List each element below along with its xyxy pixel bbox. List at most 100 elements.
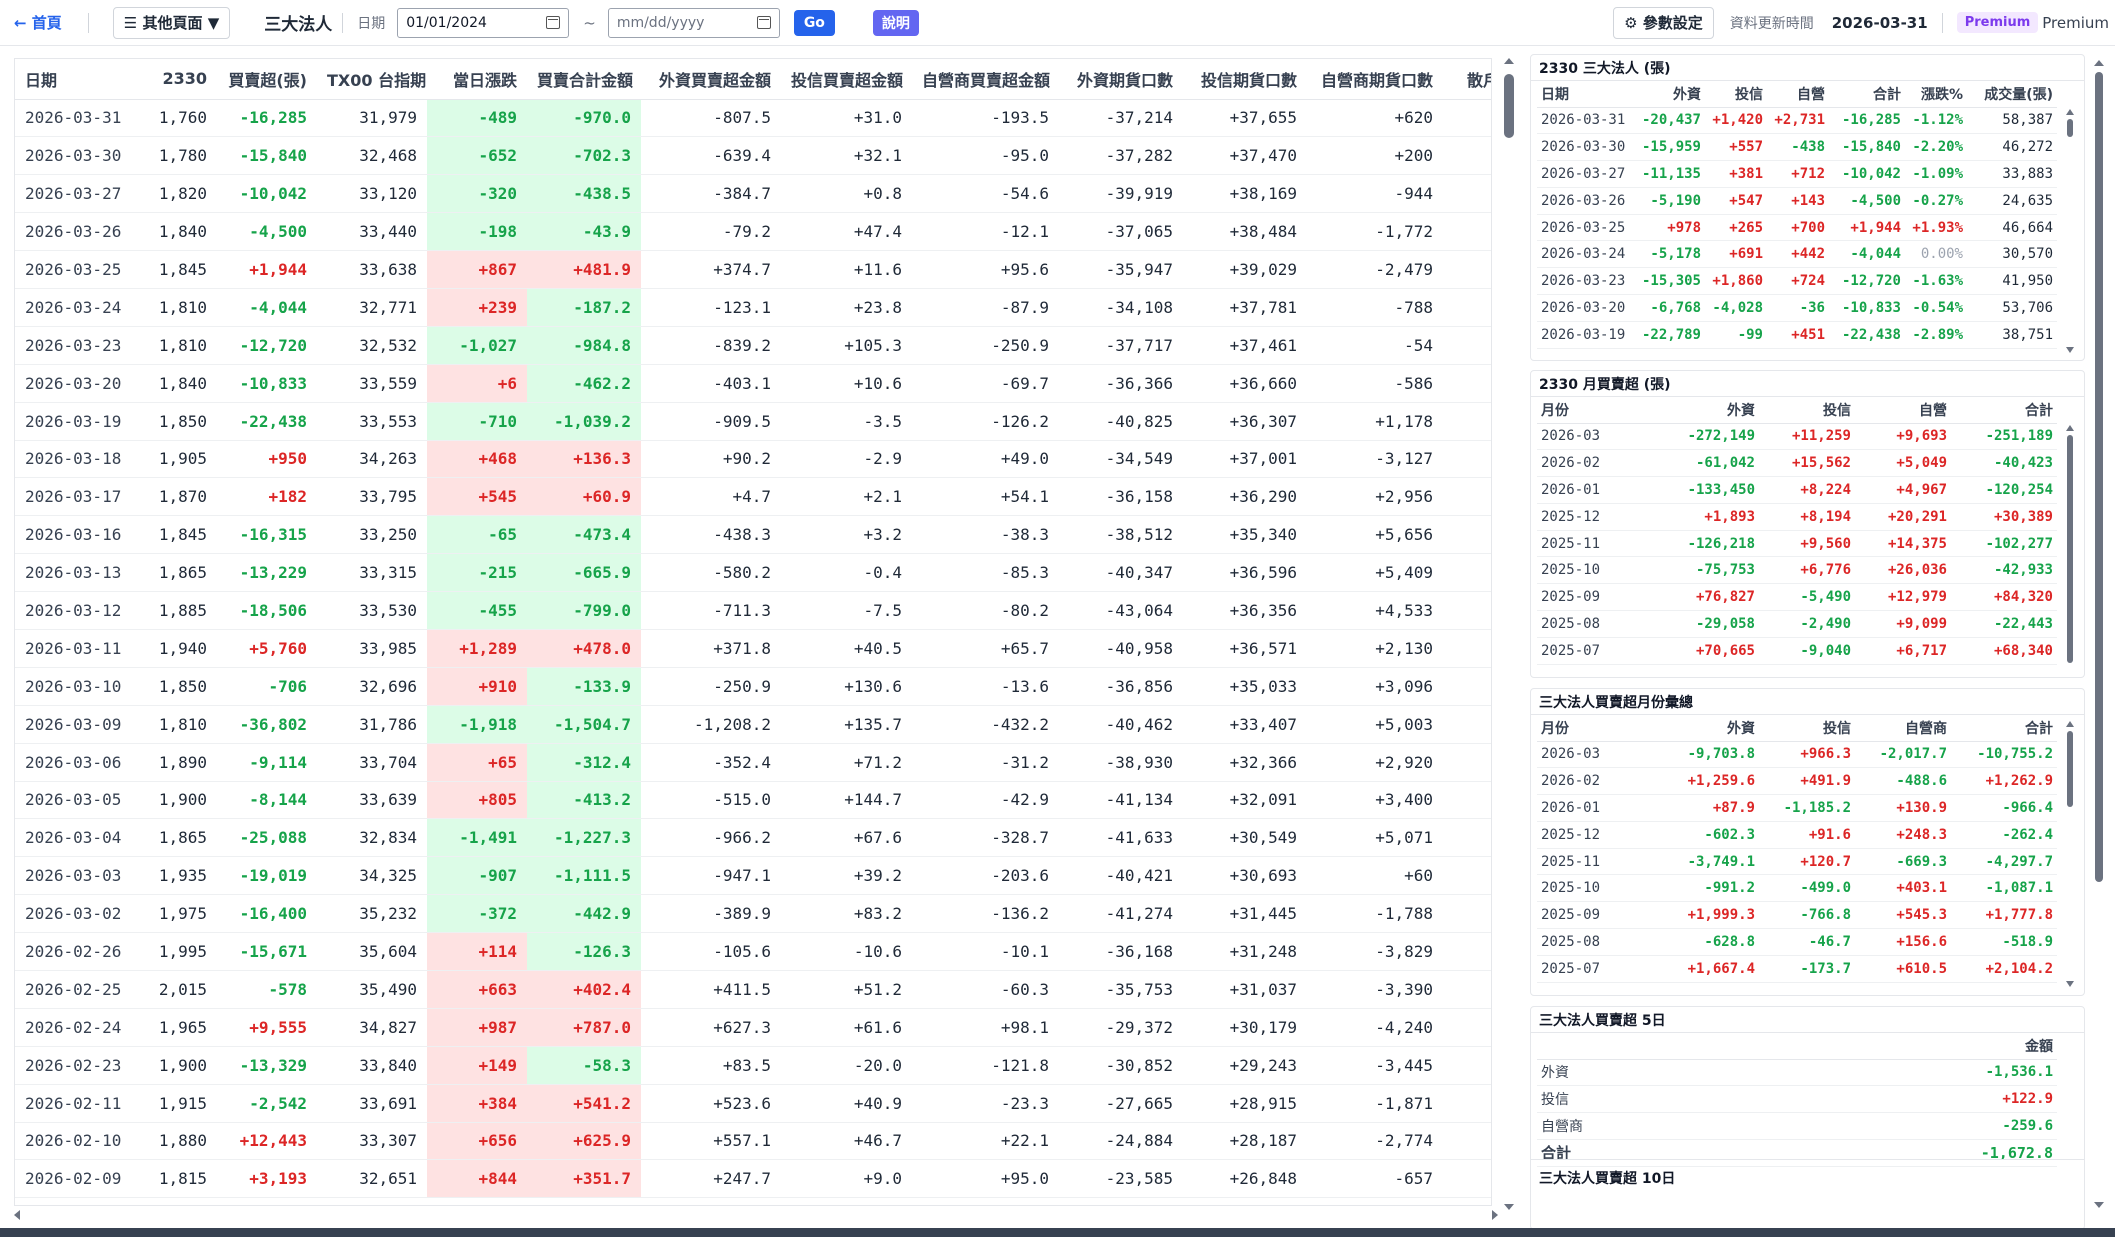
other-pages-dropdown[interactable]: ☰ 其他頁面 ▼ — [112, 6, 231, 39]
vertical-scrollbar[interactable] — [1500, 58, 1518, 1220]
scrollbar-thumb[interactable] — [2095, 72, 2103, 882]
table-row[interactable]: 2026-03-20 1,840 -10,833 33,559 +6 -462.2 -403… — [15, 364, 1491, 403]
table-cell: 1,880 — [145, 1122, 217, 1161]
table-row[interactable]: 2026-03-23 -15,305 +1,860 +724 -12,720 -1.63%… — [1537, 267, 2057, 296]
scroll-up-arrow-icon[interactable] — [1504, 58, 1514, 64]
table-row[interactable]: 2025-07 +70,665 -9,040 +6,717 +68,340 — [1537, 637, 2057, 665]
scroll-up-arrow-icon[interactable] — [2066, 425, 2074, 431]
settings-button[interactable]: ⚙ 參數設定 — [1613, 6, 1714, 39]
table-row[interactable]: 2026-03-12 1,885 -18,506 33,530 -455 -799.0 -7… — [15, 591, 1491, 630]
card-scrollbar[interactable] — [2064, 719, 2076, 991]
scroll-right-arrow-icon[interactable] — [1492, 1210, 1498, 1220]
scrollbar-thumb[interactable] — [2067, 731, 2073, 807]
table-row[interactable]: 2025-10 -75,753 +6,776 +26,036 -42,933 — [1537, 556, 2057, 585]
table-row[interactable]: 2026-02 -61,042 +15,562 +5,049 -40,423 — [1537, 449, 2057, 478]
table-row[interactable]: 2026-03-27 1,820 -10,042 33,120 -320 -438.5 -3… — [15, 174, 1491, 214]
table-row[interactable]: 2026-02 +1,259.6 +491.9 -488.6 +1,262.9 — [1537, 767, 2057, 796]
scrollbar-thumb[interactable] — [2067, 435, 2073, 663]
table-row[interactable]: 2026-03-24 1,810 -4,044 32,771 +239 -187.2 -12… — [15, 288, 1491, 327]
table-row[interactable]: 2026-03-18 1,905 +950 34,263 +468 +136.3 +90.2… — [15, 440, 1491, 479]
table-row[interactable]: 2025-10 -991.2 -499.0 +403.1 -1,087.1 — [1537, 874, 2057, 903]
table-row[interactable]: 2026-03-26 1,840 -4,500 33,440 -198 -43.9 -79.… — [15, 212, 1491, 252]
card-scrollbar[interactable] — [2064, 107, 2076, 357]
table-row[interactable]: 2025-09 +76,827 -5,490 +12,979 +84,320 — [1537, 583, 2057, 612]
table-row[interactable]: 2026-01 -133,450 +8,224 +4,967 -120,254 — [1537, 476, 2057, 504]
table-row[interactable]: 2026-02-24 1,965 +9,555 34,827 +987 +787.0 +62… — [15, 1008, 1491, 1047]
scroll-up-arrow-icon[interactable] — [2066, 721, 2074, 727]
table-row[interactable]: 2025-11 -126,218 +9,560 +14,375 -102,277 — [1537, 530, 2057, 558]
row-date-cell: 2026-03-13 — [15, 553, 145, 593]
table-row[interactable]: 2026-03 -9,703.8 +966.3 -2,017.7 -10,755.2 — [1537, 741, 2057, 769]
row-date-cell: 2026-03-12 — [15, 591, 145, 630]
table-cell: -1,772 — [1307, 212, 1443, 252]
scroll-up-arrow-icon[interactable] — [2094, 60, 2104, 66]
table-row[interactable]: 2026-02-09 1,815 +3,193 32,651 +844 +351.7 +24… — [15, 1159, 1491, 1199]
scroll-up-arrow-icon[interactable] — [2066, 109, 2074, 115]
table-row[interactable]: 2026-02-23 1,900 -13,329 33,840 +149 -58.3 +83… — [15, 1046, 1491, 1085]
table-row[interactable]: 2026-03-25 1,845 +1,944 33,638 +867 +481.9 +37… — [15, 250, 1491, 289]
table-row[interactable]: 2026-02-25 2,015 -578 35,490 +663 +402.4 +411.… — [15, 970, 1491, 1009]
table-row[interactable]: 2026-03-03 1,935 -19,019 34,325 -907 -1,111.5… — [15, 856, 1491, 896]
table-row[interactable]: 2026-03 -272,149 +11,259 +9,693 -251,189 — [1537, 423, 2057, 451]
table-row[interactable]: 2026-03-27 -11,135 +381 +712 -10,042 -1.09% 33… — [1537, 160, 2057, 188]
table-row[interactable]: 2026-03-24 -5,178 +691 +442 -4,044 0.00% 30,57… — [1537, 240, 2057, 269]
scroll-left-arrow-icon[interactable] — [14, 1210, 20, 1220]
calendar-icon[interactable] — [546, 16, 561, 29]
table-row[interactable]: 2026-02-26 1,995 -15,671 35,604 +114 -126.3 -1… — [15, 932, 1491, 971]
table-row[interactable]: 2026-03-31 -20,437 +1,420 +2,731 -16,285 -1.1… — [1537, 107, 2057, 135]
scrollbar-thumb[interactable] — [1504, 74, 1514, 138]
end-date-input[interactable]: mm/dd/yyyy — [607, 7, 780, 38]
bottom-edge — [0, 1228, 2115, 1237]
table-row[interactable]: 2026-03-05 1,900 -8,144 33,639 +805 -413.2 -51… — [15, 781, 1491, 820]
table-row[interactable]: 2026-03-19 -22,789 -99 +451 -22,438 -2.89% 38,… — [1537, 321, 2057, 349]
home-link[interactable]: ← 首頁 — [14, 12, 62, 33]
table-row[interactable]: 2026-03-11 1,940 +5,760 33,985 +1,289 +478.0 +… — [15, 629, 1491, 668]
table-cell: 41,950 — [1967, 267, 2057, 296]
table-row[interactable]: 2026-03-10 1,850 -706 32,696 +910 -133.9 -250.… — [15, 667, 1491, 706]
go-button[interactable]: Go — [793, 9, 835, 36]
table-row[interactable]: 2026-02-11 1,915 -2,542 33,691 +384 +541.2 +52… — [15, 1084, 1491, 1123]
right-vertical-scrollbar[interactable] — [2092, 58, 2106, 1218]
table-row[interactable]: 2026-03-16 1,845 -16,315 33,250 -65 -473.4 -43… — [15, 515, 1491, 555]
table-row[interactable]: 2026-03-25 +978 +265 +700 +1,944 +1.93% 46,664 — [1537, 214, 2057, 242]
table-row[interactable]: 2026-03-06 1,890 -9,114 33,704 +65 -312.4 -352… — [15, 743, 1491, 782]
row-date-cell: 2026-03-30 — [15, 136, 145, 176]
table-row[interactable]: 2026-03-20 -6,768 -4,028 -36 -10,833 -0.54% 53… — [1537, 294, 2057, 322]
table-cell: +8,859 — [1443, 1046, 1491, 1085]
table-row[interactable]: 2025-08 -29,058 -2,490 +9,099 -22,443 — [1537, 610, 2057, 638]
table-row[interactable]: 2025-09 +1,999.3 -766.8 +545.3 +1,777.8 — [1537, 901, 2057, 930]
scroll-down-arrow-icon[interactable] — [2066, 981, 2074, 987]
table-cell: +39,029 — [1183, 250, 1307, 289]
table-row[interactable]: 2026-03-30 -15,959 +557 -438 -15,840 -2.20% 46… — [1537, 133, 2057, 162]
scroll-down-arrow-icon[interactable] — [1504, 1204, 1514, 1210]
table-row[interactable]: 2026-03-02 1,975 -16,400 35,232 -372 -442.9 -3… — [15, 894, 1491, 934]
start-date-input[interactable]: 01/01/2024 — [397, 7, 570, 38]
horizontal-scrollbar[interactable] — [14, 1208, 1500, 1222]
table-cell: -1,185.2 — [1759, 794, 1855, 822]
table-row[interactable]: 2026-03-13 1,865 -13,229 33,315 -215 -665.9 -5… — [15, 553, 1491, 593]
table-row[interactable]: 2026-02-10 1,880 +12,443 33,307 +656 +625.9 +5… — [15, 1122, 1491, 1161]
table-row[interactable]: 2026-03-31 1,760 -16,285 31,979 -489 -970.0 -8… — [15, 99, 1491, 138]
table-row[interactable]: 2025-12 +1,893 +8,194 +20,291 +30,389 — [1537, 503, 2057, 531]
help-button[interactable]: 說明 — [872, 9, 919, 36]
scroll-down-arrow-icon[interactable] — [2066, 347, 2074, 353]
calendar-icon[interactable] — [756, 16, 771, 29]
scroll-down-arrow-icon[interactable] — [2094, 1202, 2104, 1208]
table-row[interactable]: 2026-03-04 1,865 -25,088 32,834 -1,491 -1,227… — [15, 818, 1491, 858]
table-cell: +248.3 — [1855, 821, 1951, 849]
scrollbar-thumb[interactable] — [2067, 119, 2073, 137]
card-scrollbar[interactable] — [2064, 423, 2076, 673]
table-row[interactable]: 2025-08 -628.8 -46.7 +156.6 -518.9 — [1537, 928, 2057, 956]
table-row[interactable]: 2026-03-19 1,850 -22,438 33,553 -710 -1,039.2… — [15, 402, 1491, 441]
table-row[interactable]: 2026-03-30 1,780 -15,840 32,468 -652 -702.3 -6… — [15, 136, 1491, 176]
table-row[interactable]: 2026-03-09 1,810 -36,802 31,786 -1,918 -1,504… — [15, 705, 1491, 744]
table-row[interactable]: 2025-07 +1,667.4 -173.7 +610.5 +2,104.2 — [1537, 955, 2057, 983]
table-row[interactable]: 2026-03-17 1,870 +182 33,795 +545 +60.9 +4.7 +2… — [15, 477, 1491, 517]
table-row[interactable]: 2025-12 -602.3 +91.6 +248.3 -262.4 — [1537, 821, 2057, 849]
table-row[interactable]: 2026-01 +87.9 -1,185.2 +130.9 -966.4 — [1537, 794, 2057, 822]
table-cell: -16,285 — [217, 99, 317, 138]
table-row[interactable]: 2026-03-26 -5,190 +547 +143 -4,500 -0.27% 24,6… — [1537, 187, 2057, 215]
table-cell: +374.7 — [641, 250, 781, 289]
table-row[interactable]: 2025-11 -3,749.1 +120.7 -669.3 -4,297.7 — [1537, 848, 2057, 876]
table-row[interactable]: 2026-03-23 1,810 -12,720 32,532 -1,027 -984.8… — [15, 326, 1491, 365]
